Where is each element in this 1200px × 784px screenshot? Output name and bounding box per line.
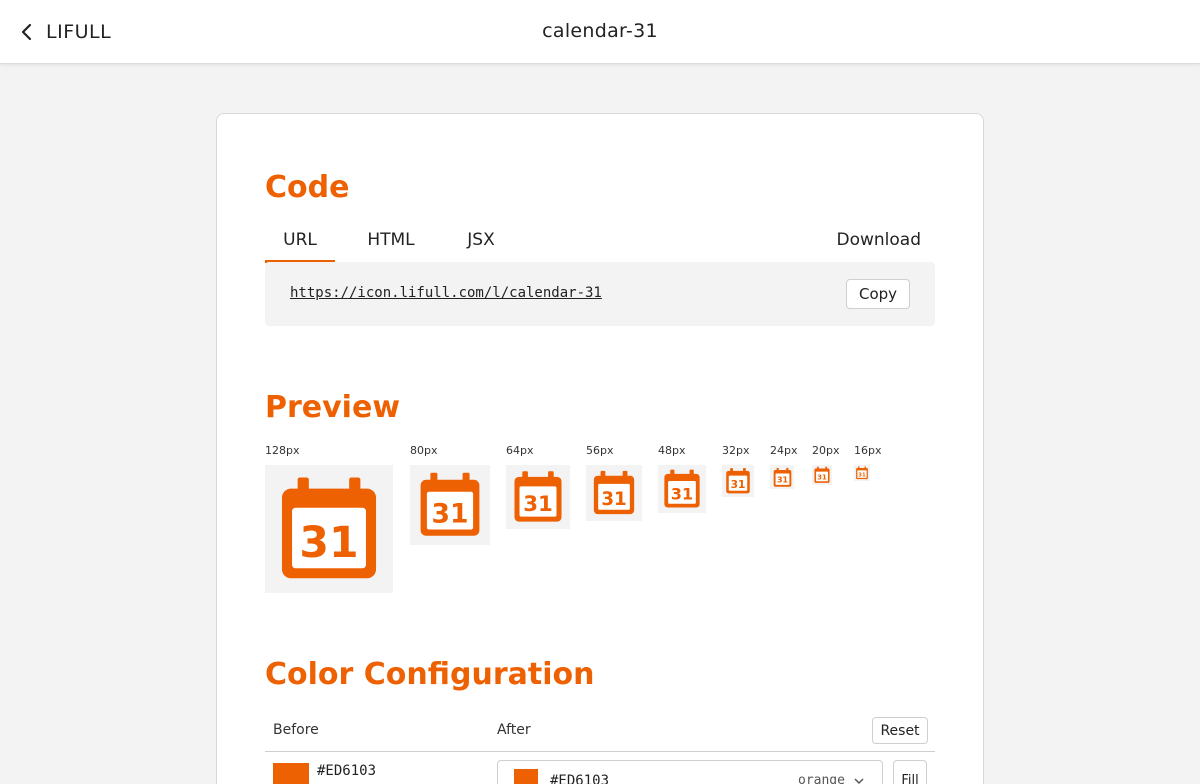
fill-button[interactable]: Fill [893, 760, 927, 784]
color-config-section-title: Color Configuration [265, 657, 595, 692]
preview-128: 31 [265, 465, 393, 593]
calendar-31-icon: 31 [856, 466, 868, 480]
preview-section-title: Preview [265, 390, 401, 425]
after-header: After [497, 722, 531, 738]
calendar-31-icon: 31 [593, 470, 635, 515]
preview-64: 31 [506, 465, 570, 529]
size-label: 56px [586, 444, 614, 457]
before-hex-value: #ED6103 [317, 763, 377, 779]
icon-url-link[interactable]: https://icon.lifull.com/l/calendar-31 [290, 285, 602, 301]
tab-html[interactable]: HTML [351, 230, 431, 262]
after-hex-value[interactable]: #ED6103 [550, 773, 609, 784]
after-color-swatch[interactable] [514, 769, 538, 784]
calendar-31-icon: 31 [664, 469, 700, 508]
tab-jsx[interactable]: JSX [449, 230, 513, 262]
download-link[interactable]: Download [836, 230, 921, 250]
size-label: 20px [812, 444, 840, 457]
top-bar: LIFULL calendar-31 [0, 0, 1200, 64]
tab-url[interactable]: URL [265, 230, 335, 263]
tab-jsx-label: JSX [467, 230, 495, 250]
code-tabs: URL HTML JSX Download [265, 230, 937, 263]
color-name-select[interactable]: orange [798, 773, 845, 784]
tab-html-label: HTML [367, 230, 415, 250]
calendar-icon-text: 31 [776, 475, 787, 484]
before-color-swatch [273, 763, 309, 784]
before-header: Before [273, 722, 319, 738]
chevron-down-icon[interactable] [854, 778, 864, 784]
calendar-31-icon: 31 [814, 466, 830, 483]
size-label: 32px [722, 444, 750, 457]
calendar-icon-text: 31 [601, 489, 626, 510]
calendar-icon-text: 31 [731, 478, 746, 491]
calendar-icon-text: 31 [671, 485, 693, 504]
tab-url-label: URL [283, 230, 317, 250]
copy-button[interactable]: Copy [846, 279, 910, 309]
size-label: 24px [770, 444, 798, 457]
preview-80: 31 [410, 465, 490, 545]
preview-20: 31 [812, 465, 832, 485]
size-label: 48px [658, 444, 686, 457]
size-label: 80px [410, 444, 438, 457]
preview-56: 31 [586, 465, 642, 521]
calendar-31-icon: 31 [420, 472, 480, 536]
icon-detail-card: Code URL HTML JSX Download https://icon.… [216, 113, 984, 784]
calendar-icon-text: 31 [299, 518, 358, 568]
calendar-31-icon: 31 [773, 467, 791, 487]
config-divider [265, 751, 935, 752]
calendar-31-icon: 31 [514, 471, 562, 522]
calendar-icon-text: 31 [431, 499, 468, 530]
calendar-icon-text: 31 [817, 474, 827, 482]
calendar-icon-text: 31 [523, 492, 553, 517]
calendar-31-icon: 31 [281, 477, 377, 579]
page-title: calendar-31 [542, 20, 658, 42]
preview-48: 31 [658, 465, 706, 513]
after-color-field[interactable]: #ED6103 orange [497, 760, 883, 784]
preview-32: 31 [722, 465, 754, 497]
preview-24: 31 [770, 465, 794, 489]
code-box: https://icon.lifull.com/l/calendar-31 Co… [265, 262, 935, 326]
preview-16: 31 [854, 465, 870, 481]
size-label: 64px [506, 444, 534, 457]
size-label: 128px [265, 444, 300, 457]
calendar-icon-text: 31 [858, 473, 866, 479]
size-label: 16px [854, 444, 882, 457]
reset-button[interactable]: Reset [872, 717, 928, 744]
code-section-title: Code [265, 170, 350, 205]
calendar-31-icon: 31 [726, 468, 750, 494]
